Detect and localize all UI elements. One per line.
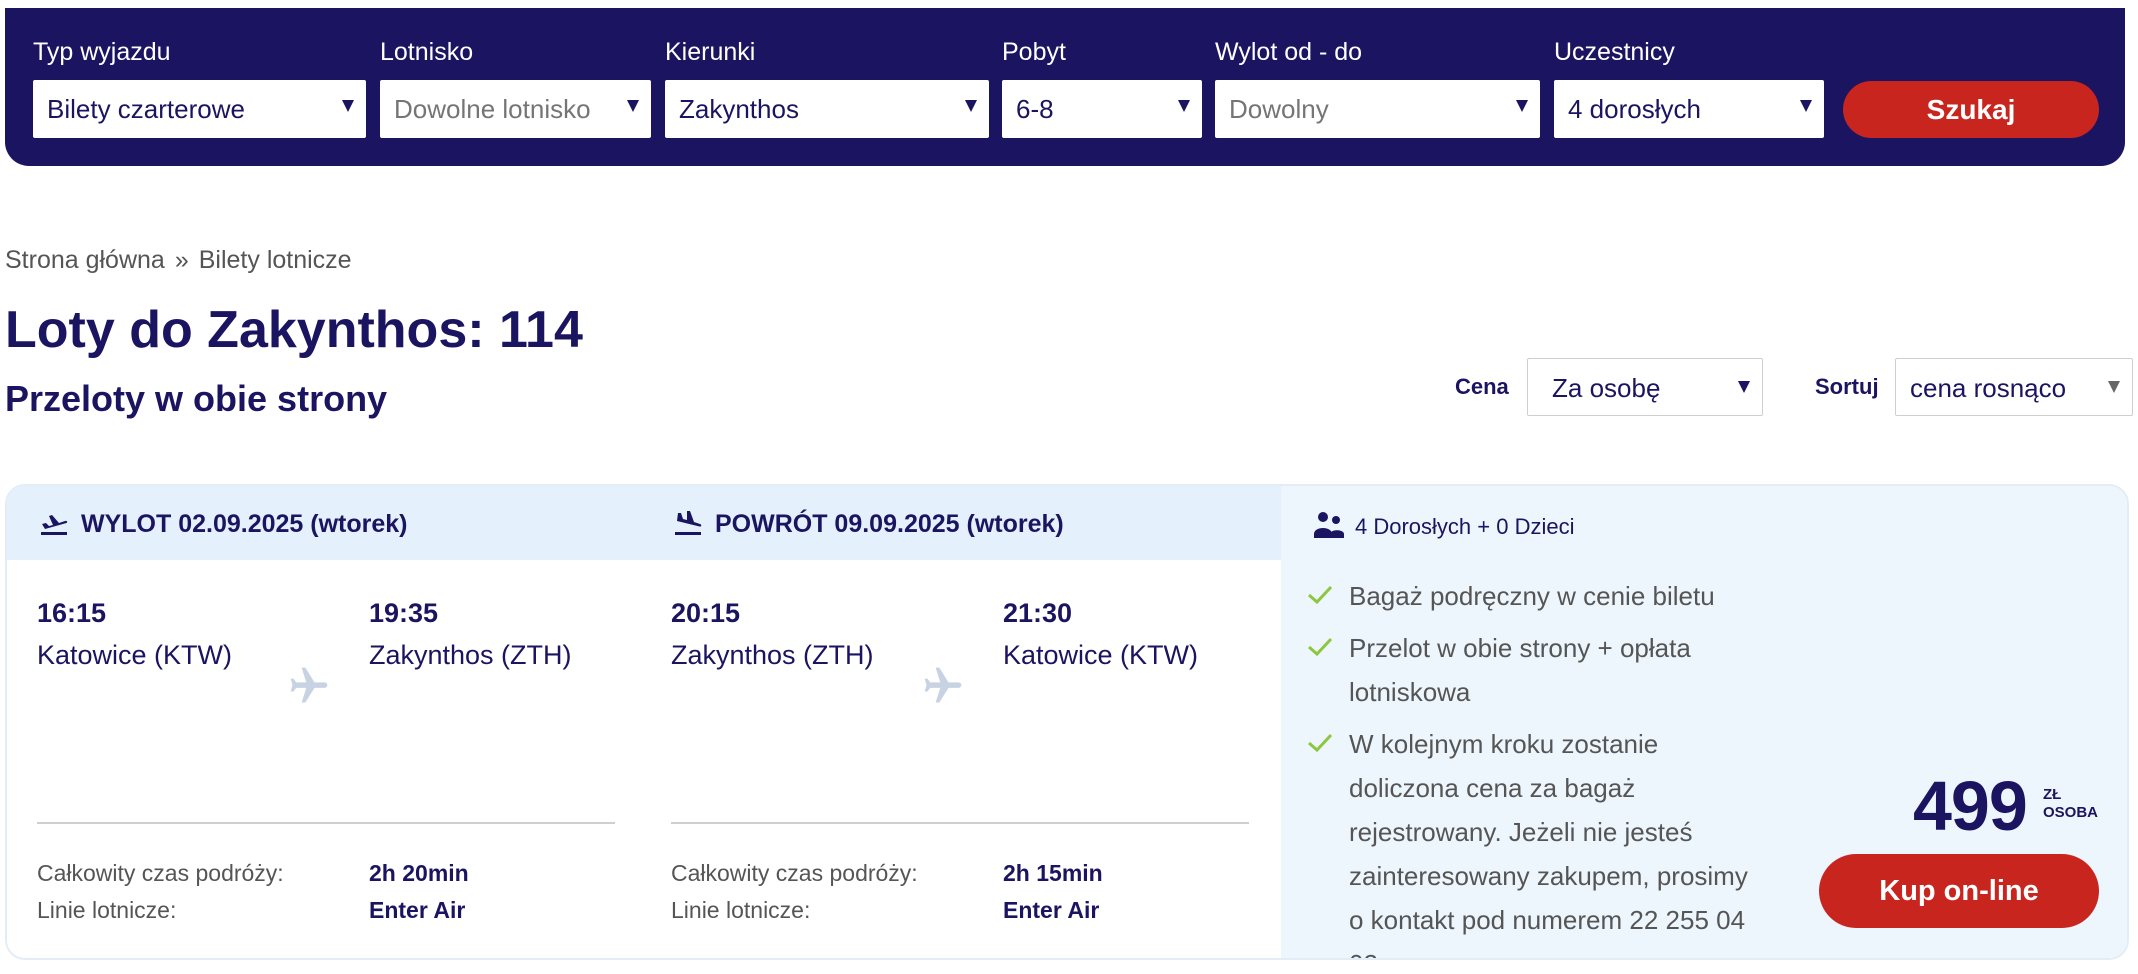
inbound-airline: Enter Air (1003, 897, 1100, 923)
breadcrumb-home-link[interactable]: Strona główna (5, 246, 165, 274)
inbound-arrival-time: 21:30 (1003, 598, 1073, 628)
outbound-departure-time: 16:15 (37, 598, 107, 628)
arrival-plane-icon (675, 511, 702, 535)
breadcrumb: Strona główna » Bilety lotnicze (5, 246, 352, 275)
outbound-arrival-place: Zakynthos (ZTH) (369, 640, 572, 670)
people-icon (1314, 512, 1344, 538)
checkmark-icon (1308, 585, 1333, 605)
chevron-down-icon (627, 100, 639, 112)
stay-label: Pobyt (1002, 38, 1066, 66)
price: 499 ZŁ OSOBA (1913, 766, 2098, 846)
outbound-duration: 2h 20min (369, 860, 469, 886)
stay-select[interactable]: 6-8 (1002, 80, 1202, 138)
chevron-down-icon (1800, 100, 1812, 112)
benefits-list: Bagaż podręczny w cenie biletu Przelot w… (1307, 574, 1767, 958)
passengers-text: 4 Dorosłych + 0 Dzieci (1355, 514, 1575, 539)
trip-type-value: Bilety czarterowe (47, 94, 245, 124)
benefit-text: Bagaż podręczny w cenie biletu (1349, 581, 1715, 611)
flight-card: WYLOT 02.09.2025 (wtorek) POWRÓT 09.09.2… (5, 484, 2129, 960)
inbound-airline-label: Linie lotnicze: (671, 897, 811, 923)
price-mode-select[interactable]: Za osobę (1527, 358, 1763, 416)
airport-select[interactable]: Dowolne lotnisko (380, 80, 651, 138)
outbound-arrival-time: 19:35 (369, 598, 439, 628)
benefit-item: Bagaż podręczny w cenie biletu (1307, 574, 1767, 618)
buy-online-button[interactable]: Kup on-line (1819, 854, 2099, 928)
direction-label: Kierunki (665, 38, 756, 66)
inbound-header-text: POWRÓT 09.09.2025 (wtorek) (715, 510, 1064, 538)
sort-label: Sortuj (1815, 374, 1879, 399)
price-unit: ZŁ OSOBA (2043, 786, 2098, 822)
inbound-departure-time: 20:15 (671, 598, 741, 628)
sort-value: cena rosnąco (1910, 373, 2067, 403)
price-per: OSOBA (2043, 804, 2099, 821)
checkmark-icon (1308, 637, 1333, 657)
chevron-down-icon (1738, 381, 1750, 393)
price-mode-value: Za osobę (1552, 373, 1661, 403)
departure-plane-icon (41, 515, 68, 535)
chevron-down-icon (1516, 100, 1528, 112)
outbound-header: WYLOT 02.09.2025 (wtorek) (39, 510, 408, 539)
breadcrumb-current[interactable]: Bilety lotnicze (199, 246, 352, 274)
chevron-down-icon (2108, 381, 2120, 393)
airplane-icon (290, 667, 328, 703)
airport-value: Dowolne lotnisko (394, 94, 591, 124)
inbound-header: POWRÓT 09.09.2025 (wtorek) (673, 510, 1064, 539)
departure-select[interactable]: Dowolny (1215, 80, 1540, 138)
inbound-duration: 2h 15min (1003, 860, 1103, 886)
stay-value: 6-8 (1016, 94, 1054, 124)
airport-label: Lotnisko (380, 38, 474, 66)
participants-value: 4 dorosłych (1568, 94, 1701, 124)
inbound-arrival-place: Katowice (KTW) (1003, 640, 1199, 670)
participants-select[interactable]: 4 dorosłych (1554, 80, 1824, 138)
trip-type-label: Typ wyjazdu (33, 38, 171, 66)
outbound-departure-place: Katowice (KTW) (37, 640, 233, 670)
passengers-info: 4 Dorosłych + 0 Dzieci (1313, 510, 1574, 540)
flight-header: WYLOT 02.09.2025 (wtorek) POWRÓT 09.09.2… (7, 486, 1281, 560)
breadcrumb-separator: » (174, 246, 189, 274)
page-title: Loty do Zakynthos: 114 (5, 301, 583, 359)
departure-value: Dowolny (1229, 94, 1329, 124)
direction-select[interactable]: Zakynthos (665, 80, 989, 138)
chevron-down-icon (342, 100, 354, 112)
trip-type-select[interactable]: Bilety czarterowe (33, 80, 366, 138)
search-button[interactable]: Szukaj (1843, 81, 2099, 138)
benefit-item: Przelot w obie strony + opłata lotniskow… (1307, 626, 1767, 714)
departure-label: Wylot od - do (1215, 38, 1363, 66)
price-currency: ZŁ (2043, 786, 2062, 803)
outbound-airline: Enter Air (369, 897, 466, 923)
outbound-duration-label: Całkowity czas podróży: (37, 860, 284, 886)
price-amount: 499 (1913, 767, 2028, 845)
benefit-item: W kolejnym kroku zostanie doliczona cena… (1307, 722, 1767, 958)
benefit-text: Przelot w obie strony + opłata lotniskow… (1349, 633, 1691, 707)
participants-label: Uczestnicy (1554, 38, 1675, 66)
inbound-duration-label: Całkowity czas podróży: (671, 860, 918, 886)
direction-value: Zakynthos (679, 94, 799, 124)
divider (37, 822, 615, 824)
benefit-text: W kolejnym kroku zostanie doliczona cena… (1349, 729, 1748, 958)
outbound-airline-label: Linie lotnicze: (37, 897, 177, 923)
outbound-header-text: WYLOT 02.09.2025 (wtorek) (81, 510, 408, 538)
divider (671, 822, 1249, 824)
page-subtitle: Przeloty w obie strony (5, 378, 388, 419)
checkmark-icon (1308, 733, 1333, 753)
inbound-departure-place: Zakynthos (ZTH) (671, 640, 874, 670)
sort-select[interactable]: cena rosnąco (1895, 358, 2133, 416)
airplane-icon (924, 667, 962, 703)
chevron-down-icon (965, 100, 977, 112)
chevron-down-icon (1178, 100, 1190, 112)
search-bar: Typ wyjazdu Bilety czarterowe Lotnisko D… (5, 8, 2125, 166)
price-mode-label: Cena (1455, 374, 1509, 399)
